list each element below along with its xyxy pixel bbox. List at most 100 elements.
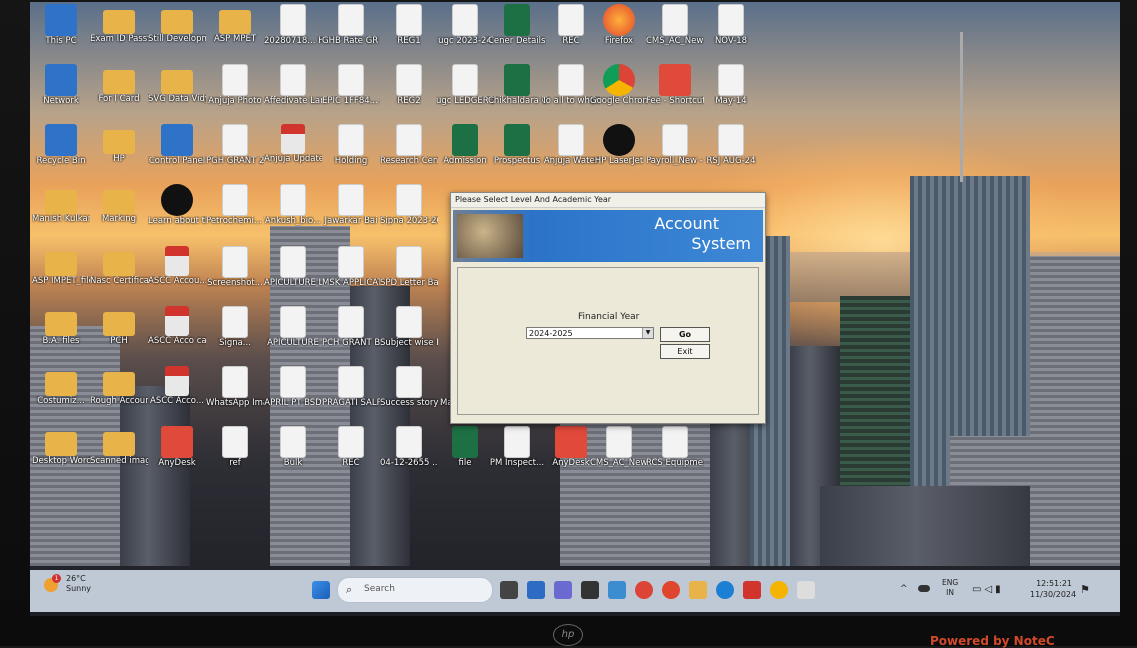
desktop-icon[interactable]: RSJ AUG-24 <box>702 124 760 186</box>
desktop-icon[interactable]: Nasc Certificat... <box>90 246 148 308</box>
desktop-icon[interactable]: CMS_AC_New - Shortcut <box>646 4 704 66</box>
desktop-icon[interactable]: Jawarkar Bai <box>322 184 380 246</box>
desktop-icon[interactable]: 20280718... House GR <box>264 4 322 66</box>
desktop-icon[interactable]: Success story <box>380 366 438 428</box>
desktop-icon[interactable]: Exam ID Passward ... <box>90 4 148 66</box>
notification-icon[interactable]: ⚑ <box>1080 583 1090 596</box>
desktop-icon[interactable]: APICULTURE <box>264 306 322 368</box>
desktop-icon[interactable]: Recycle Bin <box>32 124 90 186</box>
desktop-icon[interactable]: This PC <box>32 4 90 66</box>
widgets-icon[interactable] <box>527 581 545 599</box>
desktop-icon[interactable]: Still Developma... <box>148 4 206 66</box>
desktop-icon[interactable]: Firefox <box>590 4 648 66</box>
desktop-icon[interactable]: PCH <box>90 306 148 368</box>
desktop-icon[interactable]: SVG Data Vidyart... <box>148 64 206 126</box>
desktop-icon[interactable]: Holding <box>322 124 380 186</box>
desktop-icon[interactable]: Desktop Word excel pdf fi... <box>32 426 90 488</box>
desktop-icon[interactable]: Affedivate Land 8 an... <box>264 64 322 126</box>
desktop-icon[interactable]: ASCC Acco... <box>148 366 206 428</box>
desktop-icon[interactable]: Prospectus <box>488 124 546 186</box>
desktop-icon[interactable]: Network <box>32 64 90 126</box>
desktop-icon[interactable]: GHB Rate GR 27-03-2023 <box>322 4 380 66</box>
language-indicator[interactable]: ENG IN <box>942 578 958 598</box>
desktop-icon[interactable]: ASP MPET <box>206 4 264 66</box>
desktop-icon[interactable]: Sipna 2023-2024 <box>380 184 438 246</box>
firefox-icon[interactable] <box>662 581 680 599</box>
folder-file-icon <box>161 70 193 94</box>
desktop-icon[interactable]: 04-12-2655 ... <box>380 426 438 488</box>
desktop-icon[interactable]: For I Card <box>90 64 148 126</box>
desktop-icon[interactable]: EPIC 1FF84... ANJUA <box>322 64 380 126</box>
desktop-icon[interactable]: Anjuja Updated ... <box>264 124 322 186</box>
chrome-alt-icon[interactable] <box>770 581 788 599</box>
desktop-icon[interactable]: Fee - Shortcut <box>646 64 704 126</box>
desktop-icon[interactable]: ref <box>206 426 264 488</box>
desktop-icon[interactable]: HP LaserJet <box>590 124 648 186</box>
desktop-icon[interactable]: May-14 <box>702 64 760 126</box>
desktop-icon[interactable]: ugc 2023-24 <box>436 4 494 66</box>
desktop-icon[interactable]: REG2 <box>380 64 438 126</box>
desktop-icon[interactable]: Chikhaldara College 2024 <box>488 64 546 126</box>
desktop-icon[interactable]: Manish Kulkarni <box>32 184 90 246</box>
explorer-icon[interactable] <box>689 581 707 599</box>
desktop-icon[interactable]: Learn about this picture <box>148 184 206 246</box>
desktop-icon[interactable]: PCH GRANT BSD <box>322 306 380 368</box>
desktop-icon[interactable]: PGH GRANT 2 <box>206 124 264 186</box>
onedrive-icon[interactable] <box>918 585 930 592</box>
file-icon[interactable] <box>797 581 815 599</box>
desktop-icon[interactable]: NOV-18 <box>702 4 760 66</box>
desktop-icon[interactable]: Marking <box>90 184 148 246</box>
system-tray-icons[interactable]: ▭◁▮ <box>972 584 1004 595</box>
desktop-icon[interactable]: AnyDesk <box>148 426 206 488</box>
desktop-icon[interactable]: ASCC Accou... <box>148 246 206 308</box>
desktop-icon[interactable]: HP <box>90 124 148 186</box>
app-icon[interactable] <box>608 581 626 599</box>
desktop-icon[interactable]: Ankush_bio... <box>264 184 322 246</box>
desktop-icon[interactable]: Admission <box>436 124 494 186</box>
desktop-icon[interactable]: APICULTURE LEDGER 20... <box>264 246 322 308</box>
task-view-icon[interactable] <box>500 581 518 599</box>
chat-icon[interactable] <box>554 581 572 599</box>
edge-icon[interactable] <box>716 581 734 599</box>
desktop-icon[interactable]: Control Panel <box>148 124 206 186</box>
desktop-icon[interactable]: Subject wise Position <box>380 306 438 368</box>
chevron-down-icon[interactable]: ▼ <box>642 328 653 338</box>
desktop-icon[interactable]: CMS_AC_New - Shortcut (2) <box>590 426 648 488</box>
store-icon[interactable] <box>581 581 599 599</box>
desktop-icon[interactable]: PRAGATI SALPHA <box>322 366 380 428</box>
exit-button[interactable]: Exit <box>660 344 710 359</box>
desktop-icon[interactable]: ASP IMPET_files <box>32 246 90 308</box>
desktop-icon[interactable]: Rough Account <box>90 366 148 428</box>
desktop-icon[interactable]: B.A. files <box>32 306 90 368</box>
desktop-icon[interactable]: Costumiz... <box>32 366 90 428</box>
desktop-icon[interactable]: Bulk <box>264 426 322 488</box>
desktop-icon[interactable]: RCS Equipme... <box>646 426 704 488</box>
desktop-icon[interactable]: Petrochemi... Viral_page... <box>206 184 264 246</box>
tray-overflow-icon[interactable]: ^ <box>900 584 908 594</box>
chrome-icon[interactable] <box>635 581 653 599</box>
windows-start-icon[interactable] <box>312 581 330 599</box>
desktop-icon[interactable]: WhatsApp Image 202... <box>206 366 264 428</box>
anydesk-icon[interactable] <box>743 581 761 599</box>
desktop-icon[interactable]: ugc LEDGER 23-24 <box>436 64 494 126</box>
desktop-icon[interactable]: Cener Details Special Fr... <box>488 4 546 66</box>
desktop-icon[interactable]: Scanned images <box>90 426 148 488</box>
desktop-icon[interactable]: Signa... <box>206 306 264 368</box>
desktop-icon[interactable]: SPD Letter Bank PRO <box>380 246 438 308</box>
desktop-icon[interactable]: REC <box>322 426 380 488</box>
desktop-icon[interactable]: APRIL PT BSD <box>264 366 322 428</box>
desktop-icon[interactable]: REG1 <box>380 4 438 66</box>
financial-year-select[interactable]: 2024-2025 ▼ <box>526 327 654 339</box>
desktop-icon[interactable]: Research Centre D... <box>380 124 438 186</box>
go-button[interactable]: Go <box>660 327 710 342</box>
desktop-icon[interactable]: Screenshot... <box>206 246 264 308</box>
desktop-icon[interactable]: PM Inspect... <box>488 426 546 488</box>
desktop-icon[interactable]: ASCC Acco cash posting <box>148 306 206 368</box>
desktop-icon[interactable]: Google Chrome <box>590 64 648 126</box>
clock[interactable]: 12:51:21 11/30/2024 <box>1030 578 1076 600</box>
desktop-icon[interactable]: MSK APPLICATIO... <box>322 246 380 308</box>
desktop-icon[interactable]: file <box>436 426 494 488</box>
desktop-icon[interactable]: Anjuja Photo <box>206 64 264 126</box>
desktop-icon[interactable]: Payroll_New - ... <box>646 124 704 186</box>
taskbar-search[interactable]: ⌕ Search <box>337 577 493 603</box>
